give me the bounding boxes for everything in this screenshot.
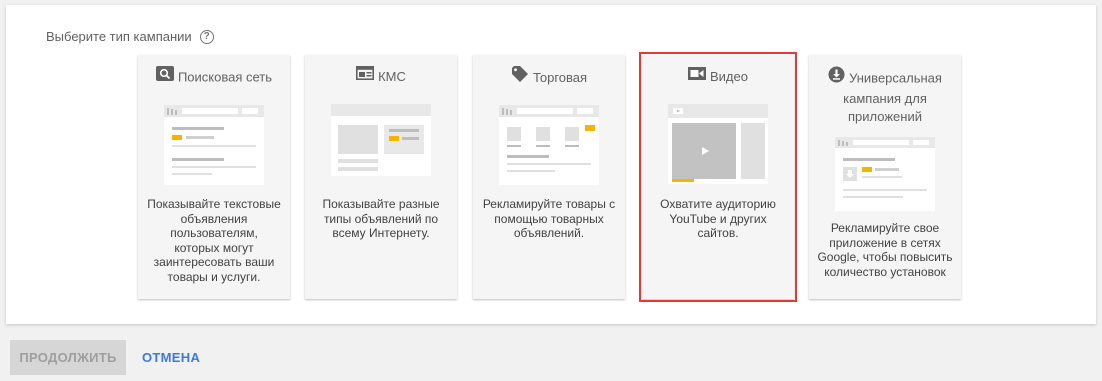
card-description: Рекламируйте свое приложение в сетях Goo… [817,221,953,279]
card-description: Рекламируйте товары с помощью товарных о… [482,197,616,240]
card-description: Охватите аудиторию YouTube и других сайт… [660,197,776,240]
video-camera-icon [688,66,706,85]
card-title: КМС [378,69,406,84]
display-illustration [331,104,431,176]
shopping-illustration [499,105,599,185]
card-title: Поисковая сеть [177,69,273,85]
search-icon [155,66,174,86]
search-illustration [164,105,264,185]
card-title-row: Торговая [479,66,619,89]
campaign-card-video[interactable]: Видео Охватите аудиторию YouTube и други… [639,52,797,302]
card-title-row: Поисковая сеть [144,66,284,88]
video-illustration [668,104,768,184]
campaign-card-display[interactable]: КМС Показывайте разные типы объявлений п… [305,55,457,299]
card-description: Показывайте разные типы объявлений по вс… [322,197,440,240]
help-circle-icon[interactable]: ? [199,29,214,44]
continue-button[interactable]: ПРОДОЛЖИТЬ [10,340,126,375]
card-title-row: Видео [648,66,788,87]
campaign-card-search[interactable]: Поисковая сеть Показывайте текстовые объ… [138,55,290,299]
prompt-label: Выберите тип кампании [46,29,192,44]
card-title-row: Универсальная кампания для приложений [815,66,955,126]
campaign-card-app[interactable]: Универсальная кампания для приложений Ре… [809,55,961,299]
card-title-row: КМС [311,66,451,87]
display-network-icon [356,66,375,85]
card-title: Торговая [532,69,588,85]
cancel-button[interactable]: ОТМЕНА [136,340,206,375]
download-icon [828,66,845,88]
campaign-card-shopping[interactable]: Торговая Рекламируйте товары с помощью т… [473,55,625,299]
app-illustration [835,137,935,211]
campaign-type-prompt: Выберите тип кампании ? [46,29,214,44]
card-description: Показывайте текстовые объявления пользов… [147,197,281,284]
card-title: Видео [710,69,748,84]
tag-icon [511,66,529,87]
card-title: Универсальная кампания для приложений [843,70,942,124]
campaign-type-panel: Выберите тип кампании ? Поисковая сеть П… [6,5,1096,324]
